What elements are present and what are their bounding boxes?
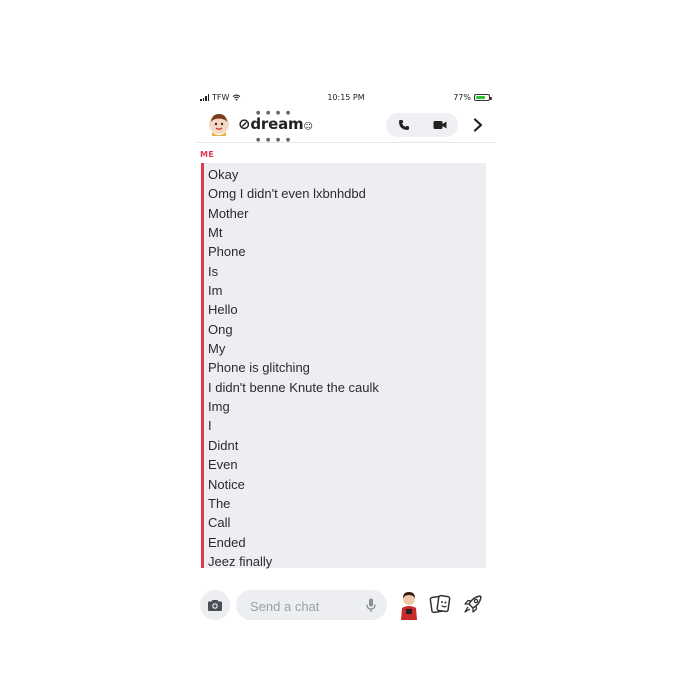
message-item[interactable]: Even (208, 455, 379, 474)
message-item[interactable]: Okay (208, 165, 379, 184)
message-item[interactable]: I didn't benne Knute the caulk (208, 378, 379, 397)
sender-accent-bar (201, 163, 204, 568)
phone-screen: TFW 10:15 PM 77% ● ● ● ● ⊘dream☺ ● ● ● ● (196, 88, 496, 628)
message-item[interactable]: Ong (208, 320, 379, 339)
message-item[interactable]: Hello (208, 300, 379, 319)
message-block: Okay Omg I didn't even lxbnhdbd Mother Mt Ph… (201, 163, 486, 571)
name-decoration-bottom: ● ● ● ● (256, 137, 293, 143)
contact-name[interactable]: ⊘dream☺ (238, 115, 313, 133)
message-item[interactable]: Im (208, 281, 379, 300)
message-item[interactable]: I (208, 416, 379, 435)
chat-header: ● ● ● ● ⊘dream☺ ● ● ● ● (196, 108, 496, 143)
message-item[interactable]: My (208, 339, 379, 358)
battery-percent: 77% (453, 93, 471, 102)
status-bar: TFW 10:15 PM 77% (196, 88, 496, 108)
contact-prefix-icon: ⊘ (238, 115, 251, 133)
microphone-icon (366, 598, 376, 612)
rocket-icon (464, 595, 482, 613)
message-item[interactable]: Ended (208, 533, 379, 552)
message-item[interactable]: Is (208, 262, 379, 281)
chevron-right-icon (473, 118, 483, 132)
message-item[interactable]: The (208, 494, 379, 513)
message-item[interactable]: Mt (208, 223, 379, 242)
video-call-button[interactable] (425, 113, 455, 137)
chat-input-wrapper (236, 590, 387, 622)
message-item[interactable]: Mother (208, 204, 379, 223)
camera-button[interactable] (200, 590, 230, 620)
phone-icon (399, 120, 409, 130)
status-right: 77% (453, 93, 492, 102)
video-camera-icon (433, 121, 447, 129)
more-button[interactable] (468, 114, 488, 136)
voice-call-button[interactable] (389, 113, 419, 137)
message-item[interactable]: Jeez finally (208, 552, 379, 571)
composer-bar (196, 588, 496, 622)
bitmoji-avatar-icon[interactable] (208, 112, 230, 136)
message-item[interactable]: Notice (208, 475, 379, 494)
battery-fill (476, 96, 486, 99)
message-item[interactable]: Call (208, 513, 379, 532)
battery-icon (474, 94, 492, 101)
sender-label: ME (200, 150, 215, 159)
message-item[interactable]: Phone is glitching (208, 358, 379, 377)
contact-suffix-icon: ☺ (303, 122, 313, 132)
message-item[interactable]: Phone (208, 242, 379, 261)
status-time: 10:15 PM (327, 93, 365, 102)
chat-input[interactable] (248, 590, 362, 622)
message-item[interactable]: Omg I didn't even lxbnhdbd (208, 184, 379, 203)
camera-icon (208, 599, 222, 611)
stickers-button[interactable] (428, 593, 452, 617)
contact-name-text: dream (250, 115, 304, 133)
call-actions (386, 113, 458, 137)
stickers-icon (429, 594, 451, 614)
bitmoji-button[interactable] (397, 590, 421, 620)
bitmoji-icon (401, 592, 417, 620)
message-item[interactable]: Didnt (208, 436, 379, 455)
message-list: Okay Omg I didn't even lxbnhdbd Mother Mt Ph… (208, 165, 379, 571)
rocket-button[interactable] (461, 593, 485, 617)
microphone-button[interactable] (363, 596, 379, 614)
message-item[interactable]: Img (208, 397, 379, 416)
